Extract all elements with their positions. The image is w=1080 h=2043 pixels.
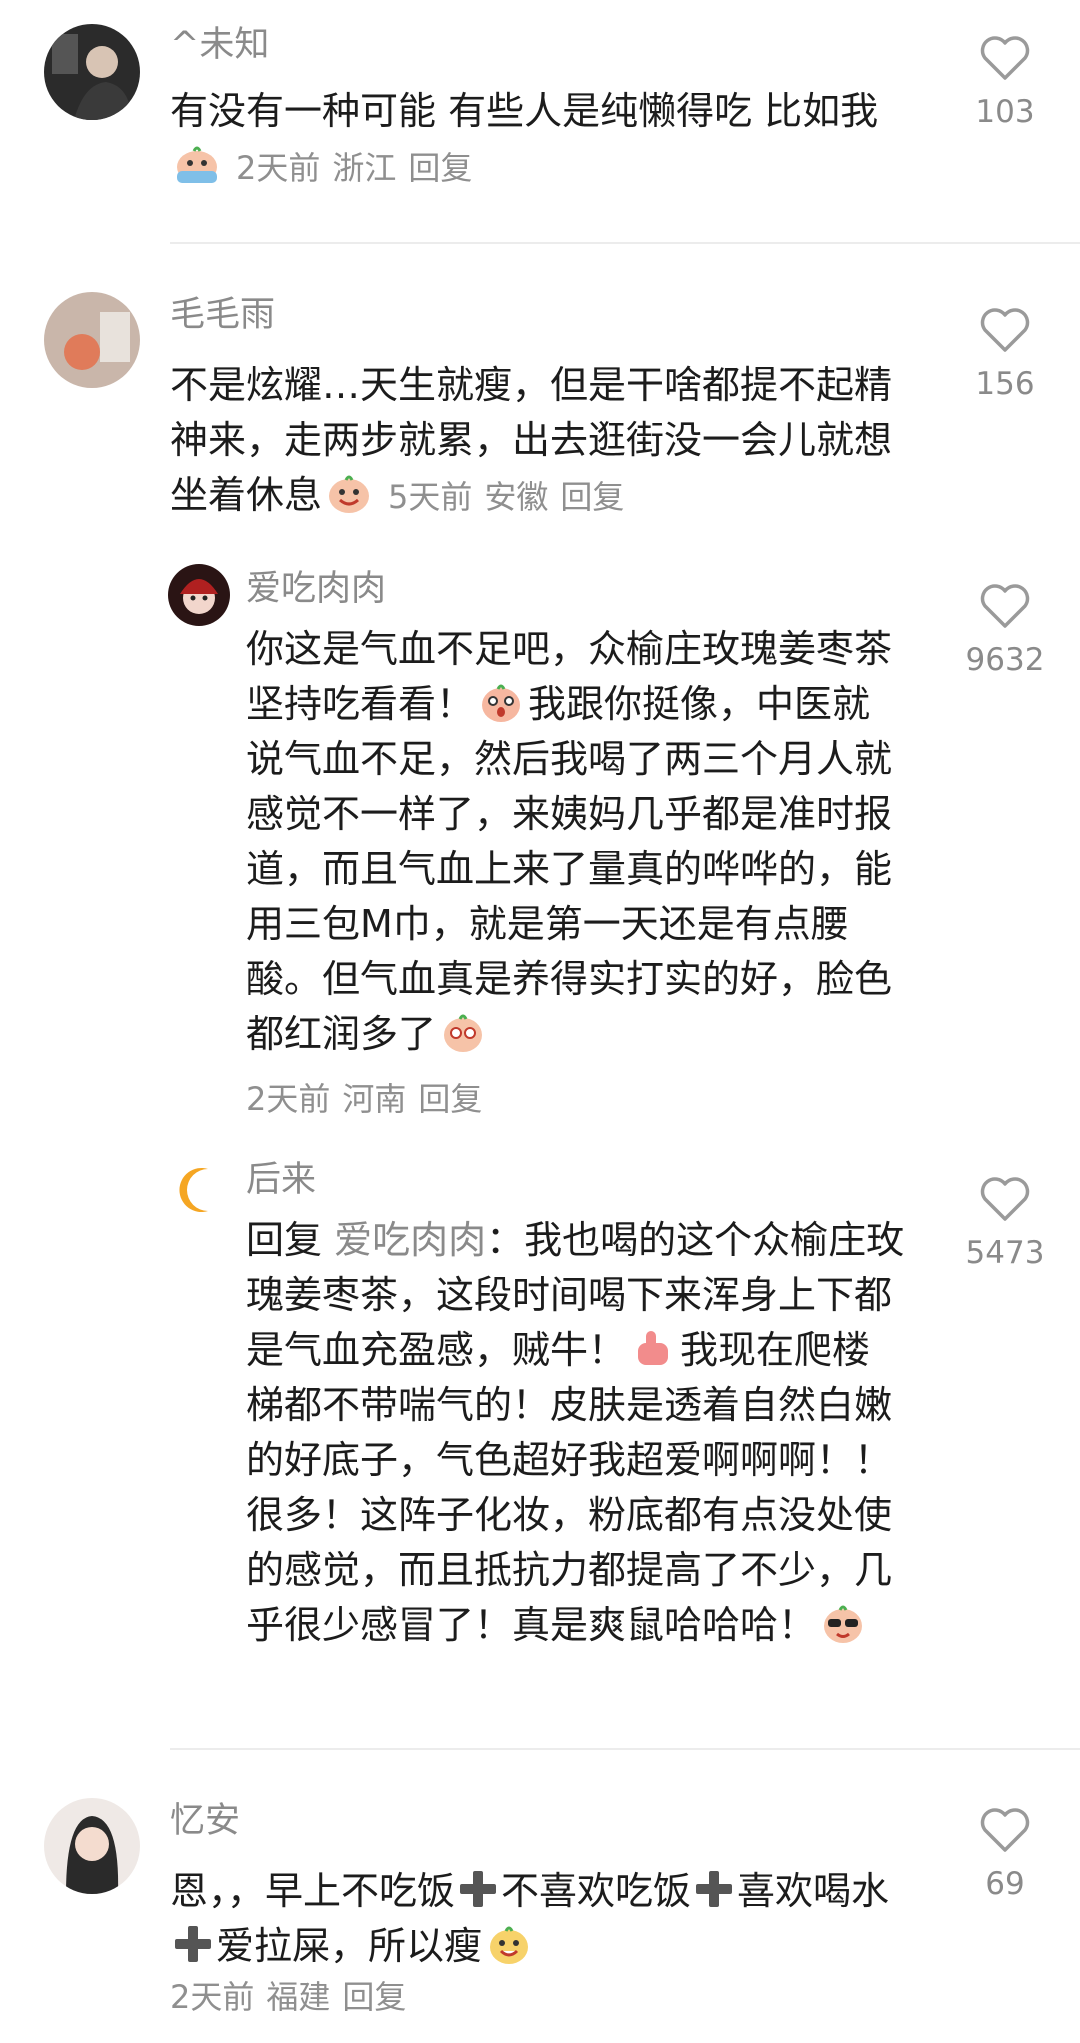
comment-location: 安徽 — [484, 478, 549, 516]
reply-text: 回复 爱吃肉肉：我也喝的这个众榆庄玫瑰姜枣茶，这段时间喝下来浑身上下都是气血充盈… — [246, 1213, 906, 1653]
reply-item: 爱吃肉肉 你这是气血不足吧，众榆庄玫瑰姜枣茶坚持吃看看！ 我跟你挺像，中医就说气血… — [0, 560, 1080, 1120]
comment-location: 福建 — [266, 1978, 331, 2016]
like-button[interactable]: 5473 — [960, 1175, 1050, 1273]
like-count: 9632 — [965, 642, 1045, 678]
shocked-emoji-icon — [482, 684, 521, 722]
heart-outline-icon — [980, 1808, 1030, 1852]
avatar[interactable] — [44, 24, 140, 120]
comment-username[interactable]: ^未知 — [170, 22, 269, 68]
reply-location: 河南 — [342, 1080, 407, 1118]
comment-item: 毛毛雨 不是炫耀…天生就瘦，但是干啥都提不起精神来，走两步就累，出去逛街没一会儿… — [0, 270, 1080, 540]
comment-text: 恩，，早上不吃饭 不喜欢吃饭 喜欢喝水爱拉屎，所以瘦 — [170, 1864, 900, 1974]
heavy-plus-icon — [460, 1871, 497, 1907]
comment-body-c: 喜欢喝水 — [737, 1869, 890, 1913]
reply-item: 后来 回复 爱吃肉肉：我也喝的这个众榆庄玫瑰姜枣茶，这段时间喝下来浑身上下都是气… — [0, 1155, 1080, 1715]
comment-item: 忆安 恩，，早上不吃饭 不喜欢吃饭 喜欢喝水爱拉屎，所以瘦 2天前 福建 回复 69 — [0, 1776, 1080, 2043]
comment-body-b: 不喜欢吃饭 — [501, 1869, 692, 1913]
like-button[interactable]: 156 — [960, 306, 1050, 404]
comment-time: 2天前 — [170, 1978, 255, 2016]
comment-text: 有没有一种可能 有些人是纯懒得吃 比如我 2天前 浙江 回复 — [170, 84, 900, 196]
avatar[interactable] — [44, 292, 140, 388]
comment-body-d: 爱拉屎，所以瘦 — [216, 1924, 483, 1968]
like-count: 69 — [985, 1866, 1025, 1902]
heart-outline-icon — [980, 308, 1030, 352]
heart-outline-icon — [980, 1177, 1030, 1221]
comment-time: 2天前 — [236, 149, 321, 187]
comment-body: 有没有一种可能 有些人是纯懒得吃 比如我 — [170, 89, 879, 133]
reply-text: 你这是气血不足吧，众榆庄玫瑰姜枣茶坚持吃看看！ 我跟你挺像，中医就说气血不足，然后… — [246, 622, 906, 1062]
heart-outline-icon — [980, 584, 1030, 628]
reply-meta: 2天前 河南 回复 — [246, 1076, 482, 1122]
crying-emoji-icon — [177, 146, 217, 183]
like-count: 5473 — [965, 1235, 1045, 1271]
avatar[interactable] — [168, 1159, 230, 1221]
grinning-emoji-icon — [490, 1926, 529, 1964]
reply-button[interactable]: 回复 — [408, 149, 472, 187]
reply-body-b: 我跟你挺像，中医就说气血不足，然后我喝了两三个月人就感觉不一样了，来姨妈几乎都是… — [246, 682, 893, 1056]
comment-text: 不是炫耀…天生就瘦，但是干啥都提不起精神来，走两步就累，出去逛街没一会儿就想坐着… — [170, 358, 900, 525]
reply-button[interactable]: 回复 — [342, 1978, 406, 2016]
comment-time: 5天前 — [388, 478, 473, 516]
heart-outline-icon — [980, 36, 1030, 80]
like-count: 103 — [975, 94, 1035, 130]
comment-username[interactable]: 毛毛雨 — [170, 292, 275, 338]
comment-location: 浙江 — [332, 149, 397, 187]
like-button[interactable]: 69 — [960, 1806, 1050, 1904]
reply-body-b: 我现在爬楼梯都不带喘气的！皮肤是透着自然白嫩的好底子，气色超好我超爱啊啊啊！！很… — [246, 1328, 893, 1647]
comment-item: ^未知 有没有一种可能 有些人是纯懒得吃 比如我 2天前 浙江 回复 103 — [0, 0, 1080, 240]
thumbs-up-emoji-icon — [638, 1331, 669, 1365]
crying-emoji-icon — [329, 475, 370, 513]
comment-divider — [170, 242, 1080, 244]
blushing-emoji-icon — [444, 1014, 483, 1052]
like-count: 156 — [975, 366, 1035, 402]
comment-username[interactable]: 忆安 — [170, 1798, 240, 1844]
like-button[interactable]: 103 — [960, 34, 1050, 132]
heavy-plus-icon — [175, 1926, 211, 1962]
reply-prefix: 回复 — [246, 1218, 323, 1262]
comment-body-a: 恩，，早上不吃饭 — [170, 1869, 456, 1913]
cool-sunglasses-emoji-icon — [824, 1605, 863, 1643]
avatar[interactable] — [168, 564, 230, 626]
reply-username[interactable]: 爱吃肉肉 — [246, 566, 386, 612]
reply-username[interactable]: 后来 — [246, 1157, 316, 1203]
like-button[interactable]: 9632 — [960, 582, 1050, 680]
avatar[interactable] — [44, 1798, 140, 1894]
reply-time: 2天前 — [246, 1080, 331, 1118]
comment-meta: 2天前 福建 回复 — [170, 1974, 406, 2020]
heavy-plus-icon — [696, 1871, 733, 1907]
comment-divider — [170, 1748, 1080, 1750]
reply-button[interactable]: 回复 — [418, 1080, 482, 1118]
mention-link[interactable]: 爱吃肉肉 — [334, 1218, 486, 1262]
reply-button[interactable]: 回复 — [560, 478, 624, 516]
